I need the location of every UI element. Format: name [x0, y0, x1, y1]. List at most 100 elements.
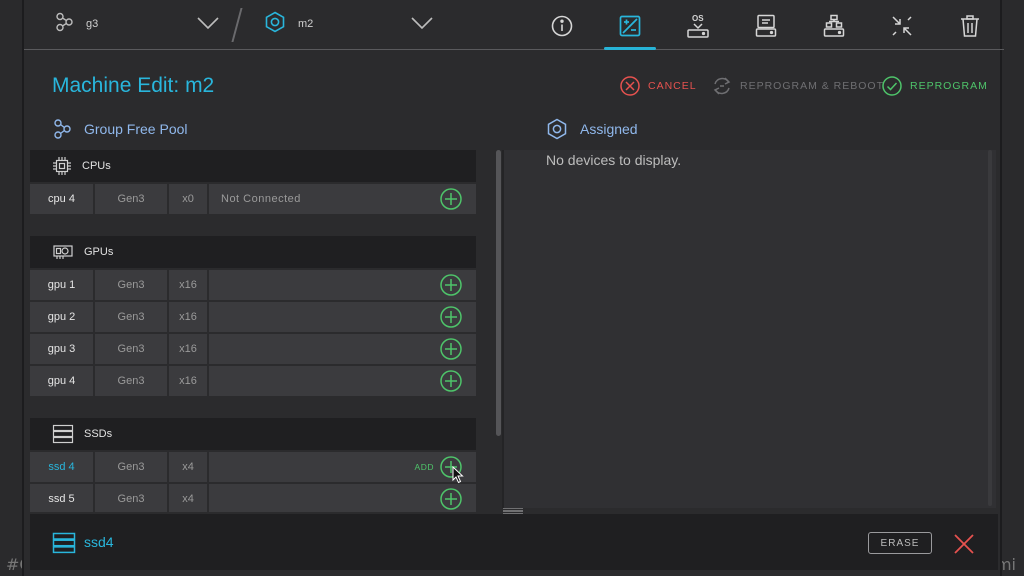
check-circle-icon: [882, 76, 902, 96]
add-device-icon[interactable]: [440, 338, 462, 360]
disk-icon: [755, 14, 777, 37]
machine-icon: [547, 118, 567, 140]
device-gen: Gen3: [95, 334, 167, 364]
os-install-icon: OS: [687, 14, 709, 38]
add-device-icon[interactable]: [440, 306, 462, 328]
cancel-button[interactable]: CANCEL: [620, 76, 697, 96]
free-pool-list: CPUs cpu 4 Gen3 x0 Not Connected GPUs gp…: [30, 150, 476, 512]
device-status-cell: [209, 366, 476, 396]
group-breadcrumb[interactable]: g3: [54, 0, 98, 48]
info-icon: [551, 15, 573, 37]
device-row-gpu-1[interactable]: gpu 1 Gen3 x16: [30, 270, 476, 300]
add-device-icon[interactable]: [440, 370, 462, 392]
machine-breadcrumb[interactable]: m2: [264, 0, 313, 48]
device-status: Not Connected: [221, 193, 301, 205]
device-status-cell: ADD: [209, 452, 476, 484]
device-gen: Gen3: [95, 484, 167, 512]
top-bar: g3 m2 OS: [24, 0, 1004, 50]
device-row-gpu-3[interactable]: gpu 3 Gen3 x16: [30, 334, 476, 364]
device-status-cell: [209, 484, 476, 512]
device-name: ssd 4: [30, 452, 93, 482]
free-pool-heading: Group Free Pool: [52, 118, 188, 140]
device-name: cpu 4: [30, 184, 93, 214]
erase-button[interactable]: ERASE: [868, 532, 932, 554]
group-label-cpus: CPUs: [82, 160, 111, 172]
device-gen: Gen3: [95, 184, 167, 214]
device-name: gpu 1: [30, 270, 93, 300]
device-lanes: x16: [169, 366, 207, 396]
group-chevron-down-icon[interactable]: [196, 14, 220, 37]
device-status-cell: Not Connected: [209, 184, 476, 214]
mouse-cursor-icon: [452, 466, 464, 484]
machine-edit-window: g3 m2 OS Machine Edit: m2 CANCEL REPROGR…: [22, 0, 1004, 576]
device-lanes: x4: [169, 484, 207, 512]
reprogram-label: REPROGRAM: [910, 80, 988, 92]
device-row-ssd-4[interactable]: ssd 4 Gen3 x4 ADD: [30, 452, 476, 484]
ssd-icon: [52, 424, 74, 444]
selected-device-label: ssd4: [84, 534, 114, 550]
device-name: gpu 3: [30, 334, 93, 364]
device-lanes: x4: [169, 452, 207, 482]
device-status-cell: [209, 334, 476, 364]
edit-icon: [619, 15, 641, 37]
svg-text:OS: OS: [692, 14, 704, 23]
device-gen: Gen3: [95, 366, 167, 396]
device-row-gpu-4[interactable]: gpu 4 Gen3 x16: [30, 366, 476, 396]
collapse-tool-button[interactable]: [882, 6, 922, 46]
assigned-list: No devices to display.: [502, 150, 996, 508]
group-header-cpus: CPUs: [30, 150, 476, 182]
delete-tool-button[interactable]: [950, 6, 990, 46]
device-lanes: x16: [169, 334, 207, 364]
group-header-ssds: SSDs: [30, 418, 476, 450]
machine-name: m2: [298, 18, 314, 30]
device-lanes: x16: [169, 270, 207, 300]
reboot-icon: [713, 77, 731, 95]
right-scrollbar[interactable]: [988, 150, 992, 506]
group-icon: [54, 119, 71, 139]
reprogram-reboot-button[interactable]: REPROGRAM & REBOOT: [712, 76, 884, 96]
add-device-icon[interactable]: [440, 488, 462, 510]
device-lanes: x0: [169, 184, 207, 214]
collapse-icon: [892, 16, 912, 36]
page-title: Machine Edit: m2: [52, 74, 215, 97]
group-label-ssds: SSDs: [84, 428, 113, 440]
device-status-cell: [209, 270, 476, 300]
empty-message: No devices to display.: [546, 152, 682, 168]
machine-icon: [264, 11, 286, 38]
assigned-title: Assigned: [580, 121, 638, 137]
device-name: gpu 4: [30, 366, 93, 396]
edit-tool-button[interactable]: [604, 6, 656, 50]
add-device-icon[interactable]: [440, 188, 462, 210]
topology-icon: [823, 14, 845, 37]
add-label: ADD: [414, 462, 434, 472]
trash-icon: [961, 15, 979, 37]
group-icon: [54, 12, 74, 37]
device-name: ssd 5: [30, 484, 93, 512]
reprogram-reboot-label: REPROGRAM & REBOOT: [740, 80, 885, 92]
group-name: g3: [86, 18, 99, 30]
device-row-gpu-2[interactable]: gpu 2 Gen3 x16: [30, 302, 476, 332]
device-lanes: x16: [169, 302, 207, 332]
cancel-icon: [620, 76, 640, 96]
breadcrumb-divider: [231, 8, 243, 42]
machine-chevron-down-icon[interactable]: [410, 14, 434, 37]
gpu-icon: [53, 245, 73, 259]
selection-bar: ssd4 ERASE: [30, 514, 998, 570]
device-status-cell: [209, 302, 476, 332]
device-name: gpu 2: [30, 302, 93, 332]
close-icon[interactable]: [952, 532, 976, 556]
device-gen: Gen3: [95, 270, 167, 300]
disk-tool-button[interactable]: [746, 6, 786, 46]
device-row-cpu-4[interactable]: cpu 4 Gen3 x0 Not Connected: [30, 184, 476, 214]
topology-tool-button[interactable]: [814, 6, 854, 46]
add-device-icon[interactable]: [440, 274, 462, 296]
device-row-ssd-5[interactable]: ssd 5 Gen3 x4: [30, 484, 476, 512]
left-scrollbar[interactable]: [496, 150, 501, 436]
os-tool-button[interactable]: OS: [678, 6, 718, 46]
ssd-icon: [52, 532, 76, 554]
group-header-gpus: GPUs: [30, 236, 476, 268]
cancel-label: CANCEL: [648, 80, 697, 92]
assigned-heading: Assigned: [546, 118, 638, 140]
info-tool-button[interactable]: [542, 6, 582, 46]
reprogram-button[interactable]: REPROGRAM: [882, 76, 988, 96]
